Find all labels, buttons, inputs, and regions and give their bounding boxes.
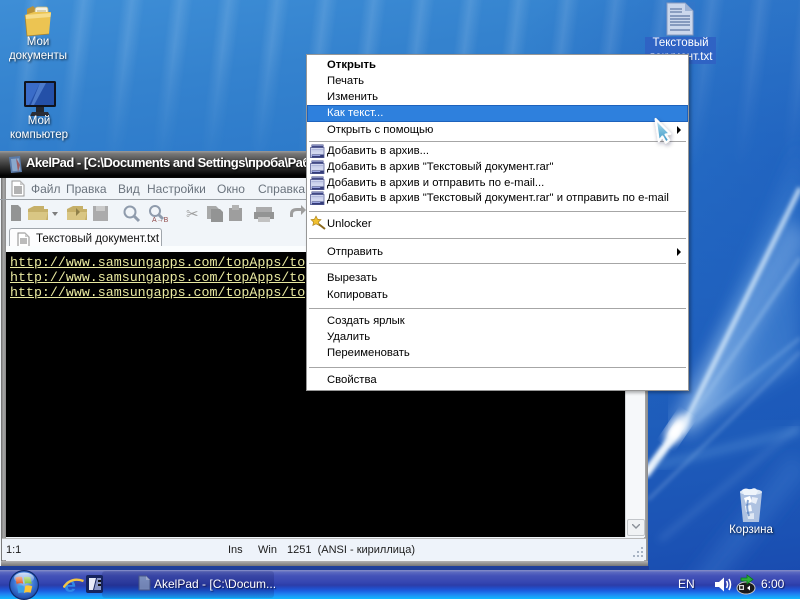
svg-text:A→B: A→B [152, 217, 169, 224]
svg-text:✂: ✂ [186, 206, 199, 223]
